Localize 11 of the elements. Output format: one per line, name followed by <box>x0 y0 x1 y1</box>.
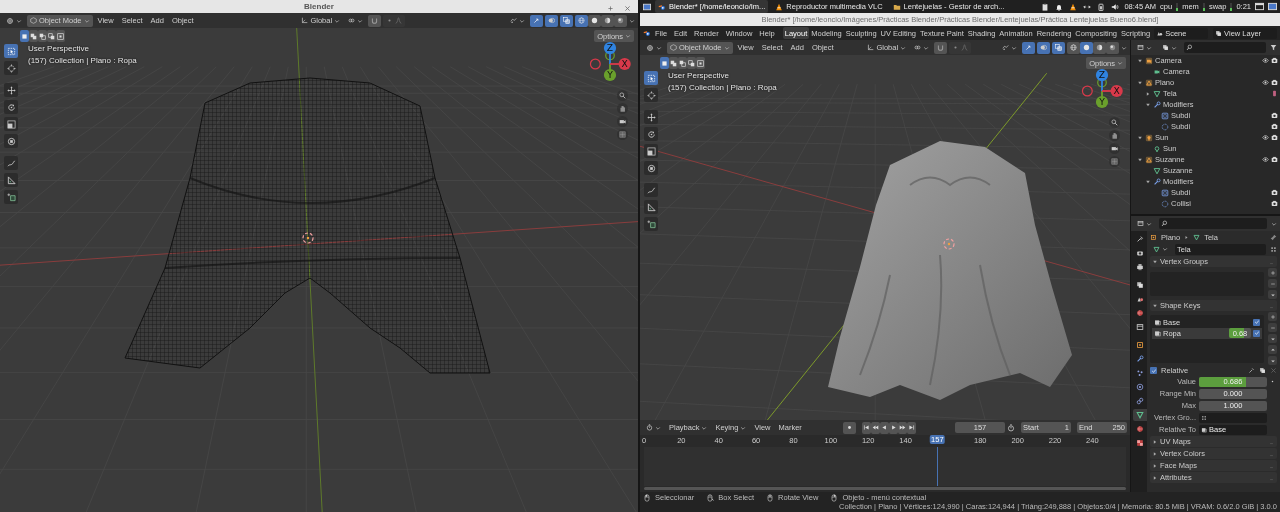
window-title: Blender <box>304 1 334 12</box>
axis-label: X <box>1113 85 1120 97</box>
axis-label: Y <box>1099 96 1105 108</box>
view-name: User Perspective <box>28 44 90 54</box>
scene-context: (157) Collection | Plano : Ropa <box>28 55 137 66</box>
axis-label: Z <box>1098 69 1106 81</box>
view-name: User Perspective <box>668 71 730 81</box>
axis-label: Z <box>606 42 614 54</box>
scene-context: (157) Collection | Plano : Ropa <box>668 82 777 93</box>
axis-label: Y <box>607 69 613 81</box>
axis-label: X <box>621 58 628 70</box>
